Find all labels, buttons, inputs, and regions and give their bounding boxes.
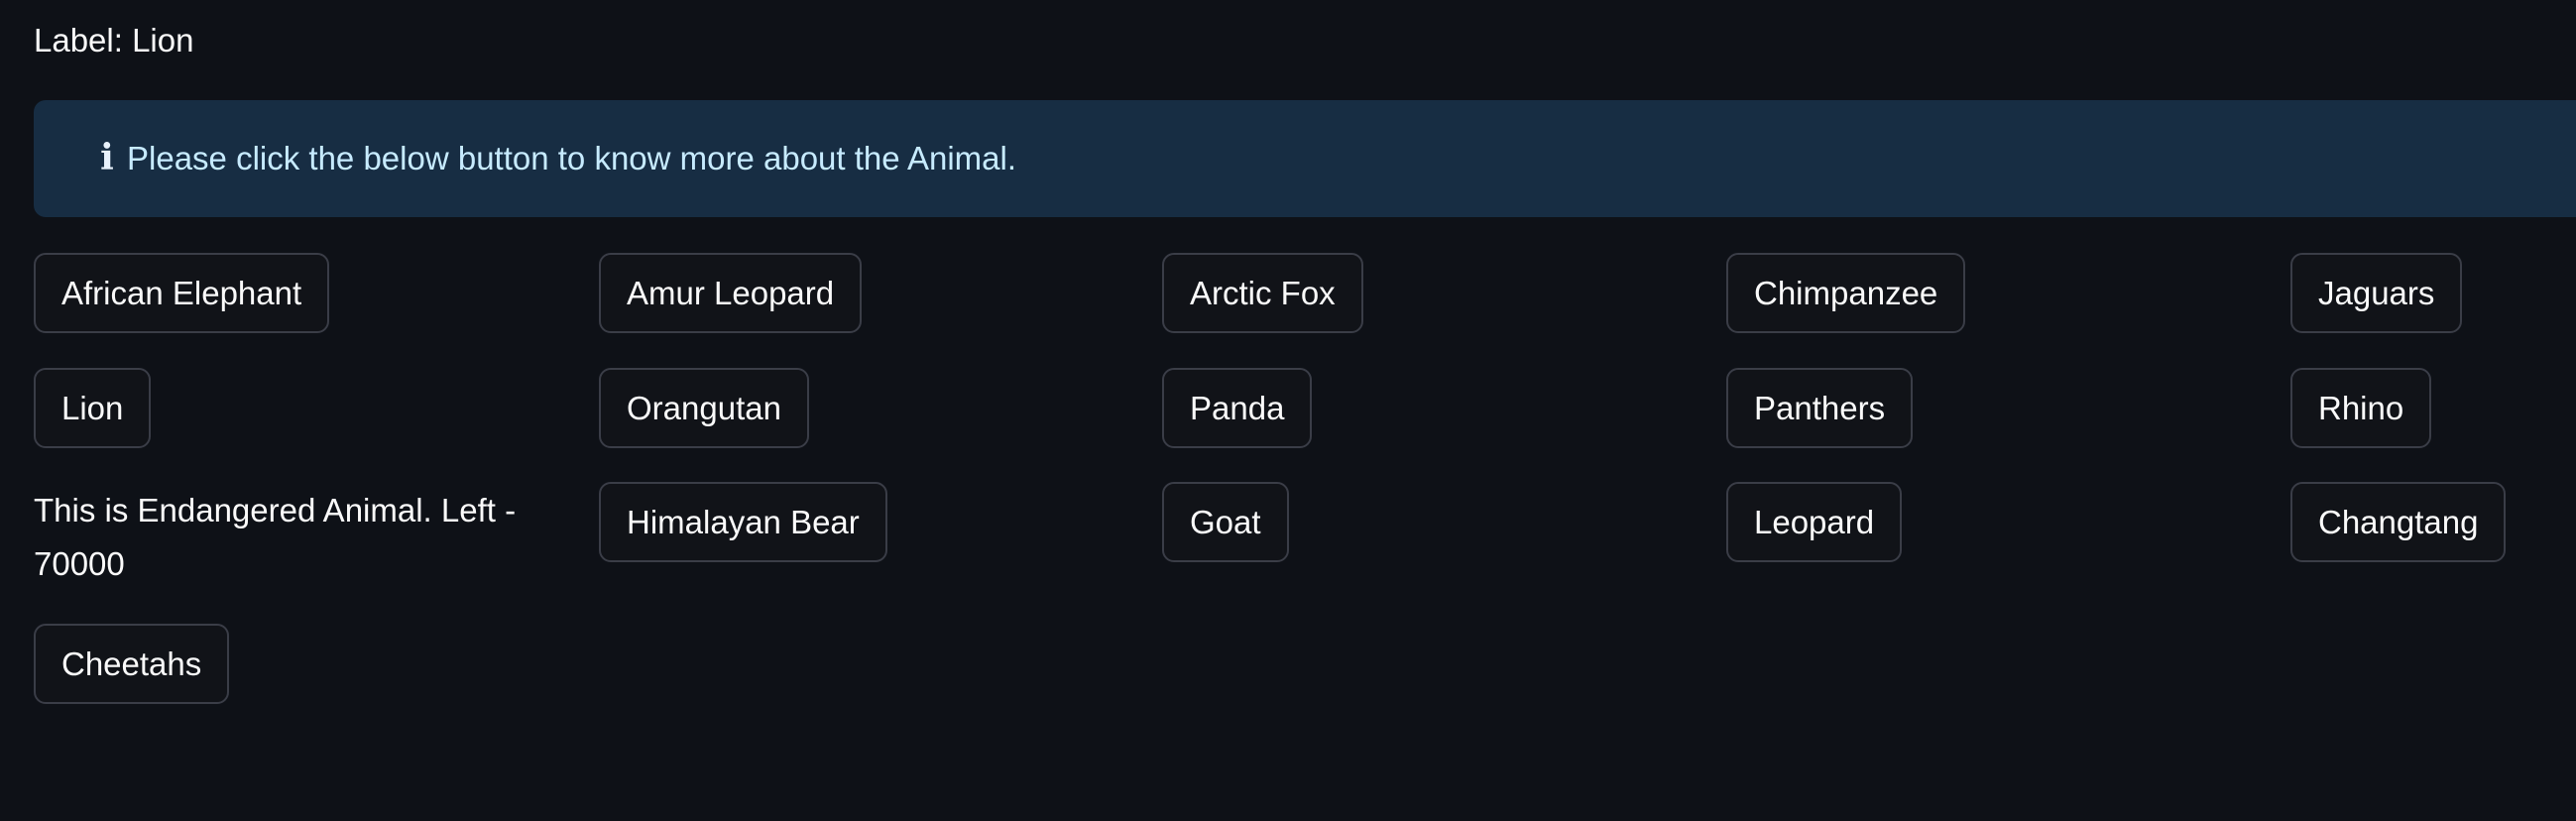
- amur-leopard-button[interactable]: Amur Leopard: [599, 253, 863, 333]
- leopard-button[interactable]: Leopard: [1726, 482, 1903, 562]
- african-elephant-button[interactable]: African Elephant: [34, 253, 330, 333]
- changtang-button[interactable]: Changtang: [2290, 482, 2507, 562]
- orangutan-button[interactable]: Orangutan: [599, 368, 809, 448]
- info-icon: i: [100, 137, 114, 178]
- goat-button[interactable]: Goat: [1162, 482, 1289, 562]
- panda-button[interactable]: Panda: [1162, 368, 1313, 448]
- chimpanzee-button[interactable]: Chimpanzee: [1726, 253, 1966, 333]
- lion-button[interactable]: Lion: [34, 368, 152, 448]
- label-text: Label: Lion: [34, 22, 194, 59]
- himalayan-bear-button[interactable]: Himalayan Bear: [599, 482, 887, 562]
- rhino-button[interactable]: Rhino: [2290, 368, 2432, 448]
- panthers-button[interactable]: Panthers: [1726, 368, 1914, 448]
- animal-app: Label: Lion i Please click the below but…: [0, 0, 2576, 821]
- cheetahs-button[interactable]: Cheetahs: [34, 624, 230, 704]
- info-alert: i Please click the below button to know …: [34, 100, 2576, 217]
- jaguars-button[interactable]: Jaguars: [2290, 253, 2463, 333]
- info-alert-text: Please click the below button to know mo…: [127, 140, 1017, 176]
- endangered-status-text: This is Endangered Animal. Left - 70000: [34, 492, 517, 582]
- arctic-fox-button[interactable]: Arctic Fox: [1162, 253, 1363, 333]
